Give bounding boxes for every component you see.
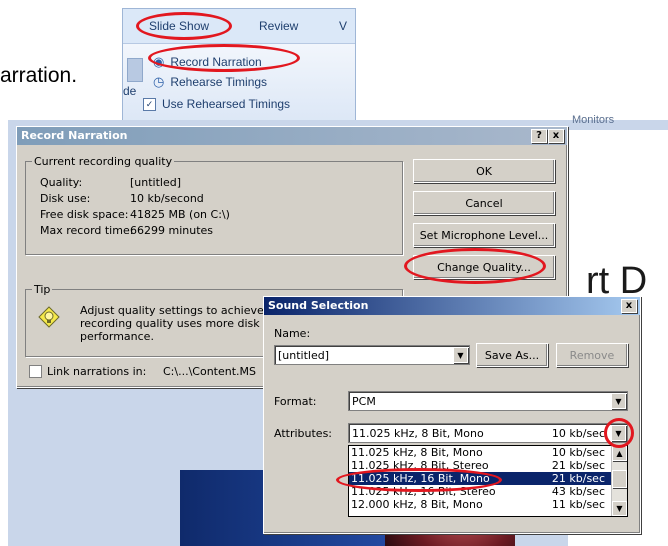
- quality-value: [untitled]: [130, 176, 182, 189]
- option-label: 11.025 kHz, 16 Bit, Stereo: [351, 485, 496, 498]
- attributes-label: Attributes:: [274, 427, 333, 440]
- save-as-button[interactable]: Save As...: [476, 343, 548, 367]
- sound-close-button[interactable]: x: [621, 299, 637, 313]
- attributes-select[interactable]: 11.025 kHz, 8 Bit, Mono 10 kb/sec ▼: [348, 423, 628, 443]
- link-narrations-checkbox[interactable]: [29, 365, 42, 378]
- name-label: Name:: [274, 327, 311, 340]
- record-narration-titlebar: Record Narration ? x: [17, 127, 567, 145]
- record-narration-title: Record Narration: [21, 129, 128, 142]
- checkbox-checked-icon: ✓: [143, 97, 156, 111]
- name-select[interactable]: [untitled] ▼: [274, 345, 470, 365]
- tip-text-line-1: Adjust quality settings to achieve: [80, 304, 264, 317]
- sound-selection-titlebar: Sound Selection x: [264, 297, 640, 315]
- free-disk-label: Free disk space:: [40, 208, 129, 221]
- list-scrollbar[interactable]: ▲ ▼: [611, 446, 627, 516]
- free-disk-value: 41825 MB (on C:\): [130, 208, 230, 221]
- max-record-value: 66299 minutes: [130, 224, 214, 237]
- stopwatch-icon: ◷: [153, 74, 165, 89]
- attributes-select-rate: 10 kb/sec: [551, 427, 605, 440]
- current-quality-legend: Current recording quality: [32, 155, 175, 168]
- chevron-down-icon[interactable]: ▼: [611, 425, 626, 441]
- ribbon: Slide Show Review V de ◉ Record Narratio…: [122, 8, 356, 122]
- list-item[interactable]: 11.025 kHz, 16 Bit, Stereo 43 kb/sec: [349, 485, 627, 498]
- option-label: 11.025 kHz, 8 Bit, Mono: [351, 446, 483, 459]
- monitors-fragment: Monitors: [572, 114, 615, 126]
- tip-legend: Tip: [32, 283, 53, 296]
- tab-review[interactable]: Review: [259, 19, 298, 33]
- list-item-selected[interactable]: 11.025 kHz, 16 Bit, Mono 21 kb/sec: [349, 472, 627, 485]
- microphone-icon: ◉: [153, 54, 165, 69]
- set-microphone-level-button[interactable]: Set Microphone Level...: [413, 223, 555, 247]
- cancel-button[interactable]: Cancel: [413, 191, 555, 215]
- sound-selection-dialog: Sound Selection x Name: [untitled] ▼ Sav…: [263, 296, 641, 534]
- max-record-label: Max record time:: [40, 224, 134, 237]
- quality-label: Quality:: [40, 176, 83, 189]
- scroll-thumb[interactable]: [612, 470, 627, 488]
- option-rate: 11 kb/sec: [551, 498, 605, 511]
- remove-button[interactable]: Remove: [556, 343, 628, 367]
- disk-use-label: Disk use:: [40, 192, 91, 205]
- tab-view[interactable]: V: [339, 19, 347, 33]
- record-narration-label: Record Narration: [170, 55, 262, 69]
- list-item[interactable]: 12.000 kHz, 8 Bit, Mono 11 kb/sec: [349, 498, 627, 511]
- ribbon-side-icon: [127, 58, 143, 82]
- sound-selection-title: Sound Selection: [268, 299, 369, 312]
- list-item[interactable]: 11.025 kHz, 8 Bit, Stereo 21 kb/sec: [349, 459, 627, 472]
- scroll-down-icon[interactable]: ▼: [612, 501, 627, 516]
- tip-lightbulb-icon: [38, 306, 60, 332]
- rehearse-timings-button[interactable]: ◷ Rehearse Timings: [153, 72, 267, 92]
- option-rate: 21 kb/sec: [551, 472, 605, 485]
- use-rehearsed-timings-label: Use Rehearsed Timings: [162, 97, 291, 111]
- ribbon-body: de ◉ Record Narration ◷ Rehearse Timings…: [123, 43, 355, 121]
- close-button[interactable]: x: [548, 129, 564, 143]
- format-label: Format:: [274, 395, 317, 408]
- scroll-up-icon[interactable]: ▲: [612, 446, 627, 461]
- chevron-down-icon[interactable]: ▼: [453, 347, 468, 363]
- chevron-down-icon[interactable]: ▼: [611, 393, 626, 409]
- option-rate: 10 kb/sec: [551, 446, 605, 459]
- ribbon-side-fragment: de: [123, 84, 137, 98]
- record-narration-button[interactable]: ◉ Record Narration: [153, 52, 262, 72]
- option-label: 11.025 kHz, 16 Bit, Mono: [351, 472, 490, 485]
- disk-use-value: 10 kb/second: [130, 192, 204, 205]
- tip-text-line-3: performance.: [80, 330, 154, 343]
- option-label: 12.000 kHz, 8 Bit, Mono: [351, 498, 483, 511]
- rehearse-timings-label: Rehearse Timings: [170, 75, 268, 89]
- option-rate: 43 kb/sec: [551, 485, 605, 498]
- list-item[interactable]: 11.025 kHz, 8 Bit, Mono 10 kb/sec: [349, 446, 627, 459]
- attributes-dropdown-list[interactable]: 11.025 kHz, 8 Bit, Mono 10 kb/sec 11.025 …: [348, 445, 628, 517]
- attributes-select-value: 11.025 kHz, 8 Bit, Mono: [352, 426, 484, 440]
- document-text-fragment: arration.: [0, 64, 78, 87]
- ok-button[interactable]: OK: [413, 159, 555, 183]
- option-rate: 21 kb/sec: [551, 459, 605, 472]
- help-button[interactable]: ?: [531, 129, 547, 143]
- tip-text-line-2: recording quality uses more disk s: [80, 317, 269, 330]
- name-select-value: [untitled]: [278, 348, 330, 362]
- use-rehearsed-timings-checkbox[interactable]: ✓ Use Rehearsed Timings: [143, 94, 290, 114]
- format-select[interactable]: PCM ▼: [348, 391, 628, 411]
- current-quality-group: Current recording quality Quality: [unti…: [25, 155, 403, 255]
- link-narrations-label: Link narrations in:: [47, 365, 147, 378]
- format-select-value: PCM: [352, 394, 376, 408]
- tab-slide-show[interactable]: Slide Show: [149, 19, 209, 33]
- change-quality-button[interactable]: Change Quality...: [413, 255, 555, 279]
- option-label: 11.025 kHz, 8 Bit, Stereo: [351, 459, 489, 472]
- link-narrations-path: C:\...\Content.MS: [163, 365, 257, 378]
